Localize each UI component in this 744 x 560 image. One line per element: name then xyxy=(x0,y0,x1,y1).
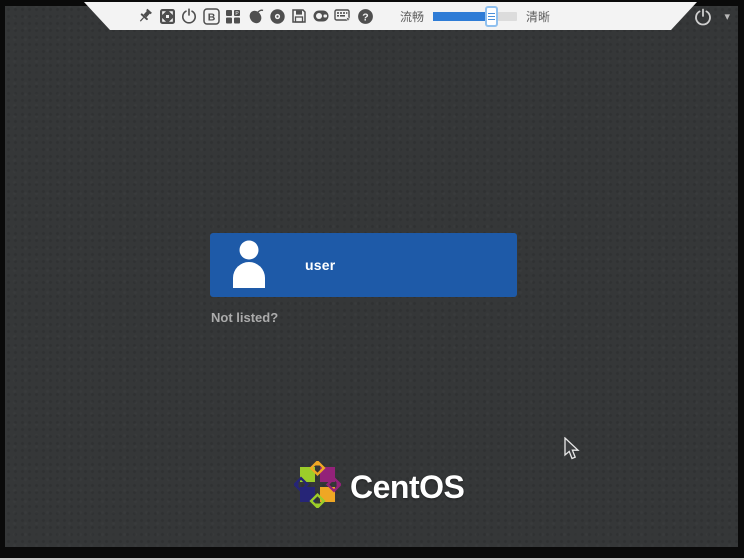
cdrom-icon[interactable] xyxy=(268,7,286,25)
keyboard-blocks-icon[interactable]: P xyxy=(224,7,242,25)
not-listed-link[interactable]: Not listed? xyxy=(211,310,278,325)
b-key-icon[interactable]: B xyxy=(202,7,220,25)
centos-branding: CentOS xyxy=(294,461,464,513)
power-icon[interactable] xyxy=(694,8,712,26)
floppy-icon[interactable] xyxy=(290,7,308,25)
mouse-icon[interactable] xyxy=(246,7,264,25)
remote-viewer-window: ▾ xyxy=(0,0,744,560)
record-icon[interactable] xyxy=(312,7,330,25)
power-icon[interactable] xyxy=(180,7,198,25)
user-avatar-icon xyxy=(227,238,271,293)
pin-icon[interactable] xyxy=(136,7,154,25)
help-icon[interactable]: ? xyxy=(356,7,374,25)
slider-smooth-label: 流畅 xyxy=(400,8,424,25)
svg-text:B: B xyxy=(207,11,215,23)
virtual-keyboard-icon[interactable] xyxy=(334,7,352,25)
chevron-down-icon[interactable]: ▾ xyxy=(724,12,730,23)
slider-sharp-label: 清晰 xyxy=(526,8,550,25)
svg-text:?: ? xyxy=(362,11,368,23)
centos-wordmark: CentOS xyxy=(350,469,464,506)
quality-slider[interactable] xyxy=(433,12,517,21)
centos-logo-icon xyxy=(294,461,341,513)
toolbar-icon-group: B P xyxy=(136,2,374,30)
user-name-label: user xyxy=(305,257,335,273)
quality-slider-fill xyxy=(433,12,491,21)
user-login-tile[interactable]: user xyxy=(210,233,517,297)
quality-slider-group: 流畅 清晰 xyxy=(400,2,550,30)
viewer-toolbar: B P xyxy=(84,2,697,30)
fullscreen-icon[interactable] xyxy=(158,7,176,25)
quality-slider-handle[interactable] xyxy=(485,6,498,27)
